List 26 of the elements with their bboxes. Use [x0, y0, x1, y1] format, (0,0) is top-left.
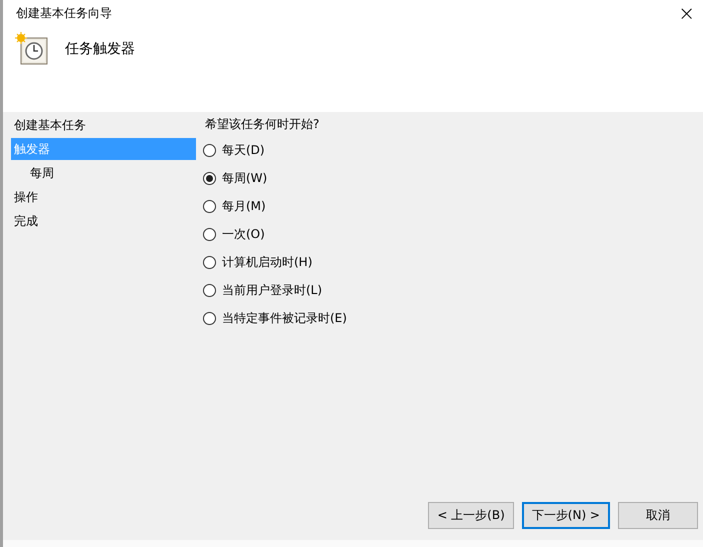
clock-icon — [15, 32, 49, 66]
radio-button[interactable] — [203, 256, 216, 268]
radio-button[interactable] — [203, 144, 216, 156]
radio-button[interactable] — [203, 312, 216, 324]
close-icon[interactable]: × — [678, 3, 695, 23]
option-label[interactable]: 一次(O) — [222, 226, 265, 242]
option-label[interactable]: 每天(D) — [222, 142, 265, 158]
option-label[interactable]: 每月(M) — [222, 198, 266, 214]
option-label[interactable]: 当特定事件被记录时(E) — [222, 310, 347, 326]
radio-button[interactable] — [203, 284, 216, 296]
question-text: 希望该任务何时开始? — [204, 116, 320, 133]
option-label[interactable]: 每周(W) — [222, 170, 268, 186]
option-label[interactable]: 计算机启动时(H) — [222, 254, 312, 270]
radio-button[interactable] — [203, 228, 216, 240]
page-title: 任务触发器 — [65, 40, 135, 58]
cancel-button[interactable]: 取消 — [618, 502, 698, 529]
radio-button[interactable] — [203, 200, 216, 212]
wizard-step[interactable]: 每周 — [11, 162, 196, 186]
back-button[interactable]: < 上一步(B) — [428, 502, 514, 529]
wizard-step[interactable]: 创建基本任务 — [11, 114, 196, 138]
wizard-step[interactable]: 操作 — [11, 186, 196, 210]
radio-button[interactable] — [203, 172, 216, 184]
wizard-step[interactable]: 完成 — [11, 210, 196, 234]
next-button[interactable]: 下一步(N) > — [522, 502, 610, 529]
option-label[interactable]: 当前用户登录时(L) — [222, 282, 322, 298]
window-title: 创建基本任务向导 — [16, 4, 112, 22]
